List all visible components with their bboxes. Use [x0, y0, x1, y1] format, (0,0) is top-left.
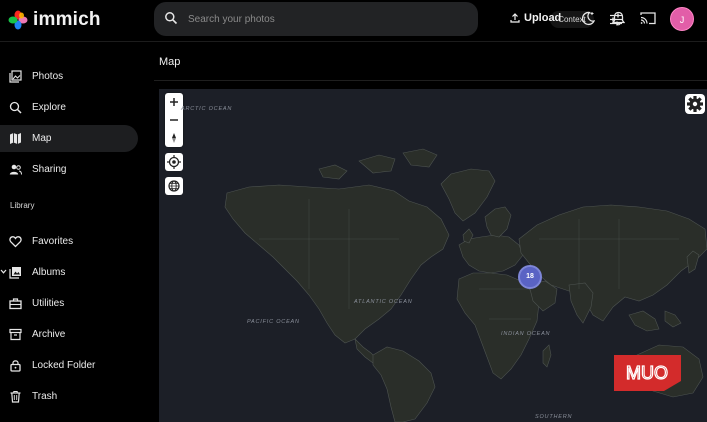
- sidebar-item-label: Sharing: [32, 164, 67, 175]
- world-map[interactable]: ARCTIC OCEAN ATLANTIC OCEAN PACIFIC OCEA…: [159, 89, 707, 422]
- heart-icon: [9, 236, 22, 248]
- muo-watermark-logo: MUO: [614, 355, 681, 391]
- photos-icon: [9, 70, 22, 83]
- sidebar-item-label: Photos: [32, 71, 64, 82]
- zoom-out-button[interactable]: [165, 111, 183, 129]
- library-section-label: Library: [10, 201, 35, 210]
- locate-me-button[interactable]: [165, 153, 183, 171]
- ocean-label-pacific: PACIFIC OCEAN: [247, 319, 300, 325]
- crosshair-location-icon: [167, 155, 181, 169]
- immich-logo-icon: [8, 10, 28, 30]
- sidebar-item-label: Map: [32, 133, 52, 144]
- muo-watermark: MUO: [614, 355, 681, 391]
- title-divider: [154, 80, 707, 81]
- explore-search-icon: [9, 101, 22, 114]
- zoom-controls: [165, 93, 183, 147]
- page-title: Map: [159, 56, 181, 68]
- sharing-icon: [9, 164, 22, 175]
- sidebar-item-label: Trash: [32, 391, 58, 402]
- sidebar-item-albums[interactable]: Albums: [0, 259, 138, 286]
- ocean-label-southern: SOUTHERN: [535, 414, 573, 420]
- sidebar-item-locked-folder[interactable]: Locked Folder: [0, 352, 138, 379]
- search-bar[interactable]: Context: [154, 2, 622, 36]
- sidebar-item-label: Locked Folder: [32, 360, 96, 371]
- search-input[interactable]: [188, 10, 388, 28]
- sidebar-item-photos[interactable]: Photos: [0, 63, 138, 90]
- map-icon: [10, 133, 21, 144]
- trash-icon: [10, 391, 21, 403]
- app-logo[interactable]: immich: [8, 9, 101, 31]
- sidebar-item-utilities[interactable]: Utilities: [0, 290, 138, 317]
- sidebar-item-label: Albums: [32, 267, 66, 278]
- ocean-label-indian: INDIAN OCEAN: [501, 331, 551, 337]
- ocean-label-atlantic: ATLANTIC OCEAN: [354, 299, 413, 305]
- search-icon[interactable]: [164, 11, 178, 25]
- map-settings-button[interactable]: [685, 94, 705, 114]
- sidebar-item-favorites[interactable]: Favorites: [0, 228, 138, 255]
- upload-label: Upload: [524, 12, 562, 24]
- globe-icon: [168, 180, 180, 192]
- plus-icon: [170, 98, 178, 106]
- watermark-text: MUO: [626, 363, 668, 383]
- sidebar-item-trash[interactable]: Trash: [0, 383, 138, 410]
- gear-icon: [687, 96, 703, 112]
- sidebar: Photos Explore Map Sharing Library Favor…: [0, 42, 154, 422]
- user-avatar[interactable]: J: [670, 7, 694, 31]
- sidebar-item-explore[interactable]: Explore: [0, 94, 138, 121]
- albums-icon: [9, 267, 21, 279]
- sidebar-item-sharing[interactable]: Sharing: [0, 156, 138, 183]
- theme-toggle-moon-icon[interactable]: [581, 11, 595, 26]
- notifications-bell-icon[interactable]: [612, 11, 625, 26]
- app-name: immich: [33, 9, 101, 30]
- sidebar-item-map[interactable]: Map: [0, 125, 138, 152]
- cast-icon[interactable]: [640, 11, 656, 25]
- top-bar: immich Context Upload: [0, 0, 707, 42]
- sidebar-item-label: Archive: [32, 329, 66, 340]
- compass-icon: [172, 133, 176, 143]
- globe-projection-button[interactable]: [165, 177, 183, 195]
- sidebar-item-label: Favorites: [32, 236, 74, 247]
- photo-cluster-marker[interactable]: 18: [518, 265, 542, 289]
- archive-icon: [9, 328, 22, 341]
- upload-button[interactable]: Upload: [510, 12, 561, 24]
- lock-icon: [10, 360, 21, 372]
- upload-icon: [510, 13, 520, 23]
- main-content: Map ARCTIC OCEAN ATLANTIC OCEAN PACIFIC …: [154, 42, 707, 422]
- sidebar-item-label: Explore: [32, 102, 66, 113]
- minus-icon: [170, 119, 178, 121]
- toolbox-icon: [9, 298, 22, 310]
- reset-bearing-button[interactable]: [165, 129, 183, 147]
- sidebar-item-label: Utilities: [32, 298, 65, 309]
- ocean-label-arctic: ARCTIC OCEAN: [181, 106, 233, 112]
- sidebar-item-archive[interactable]: Archive: [0, 321, 138, 348]
